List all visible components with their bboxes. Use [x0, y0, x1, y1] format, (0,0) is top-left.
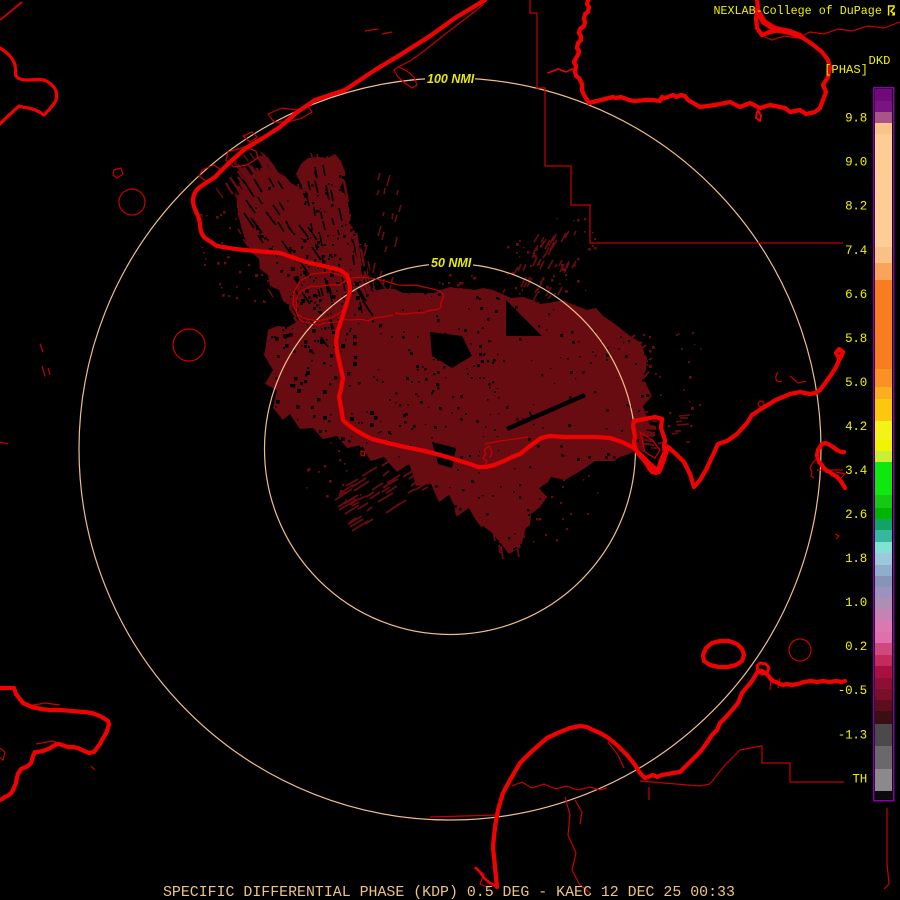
svg-text:2.6: 2.6 [845, 508, 867, 522]
svg-text:6.6: 6.6 [845, 288, 867, 302]
svg-text:TH: TH [852, 773, 867, 787]
svg-text:100 NMI: 100 NMI [427, 72, 475, 86]
svg-text:5.8: 5.8 [845, 332, 867, 346]
svg-text:9.8: 9.8 [845, 112, 867, 126]
svg-text:50 NMI: 50 NMI [431, 256, 472, 270]
svg-text:5.0: 5.0 [845, 376, 867, 390]
svg-text:-1.3: -1.3 [838, 728, 867, 742]
svg-text:1.8: 1.8 [845, 552, 867, 566]
svg-text:0.2: 0.2 [845, 640, 867, 654]
svg-text:4.2: 4.2 [845, 420, 867, 434]
svg-text:-0.5: -0.5 [838, 684, 867, 698]
svg-text:DKD: DKD [869, 54, 891, 68]
svg-text:7.4: 7.4 [845, 244, 867, 258]
svg-text:1.0: 1.0 [845, 596, 867, 610]
svg-text:9.0: 9.0 [845, 156, 867, 170]
svg-text:8.2: 8.2 [845, 200, 867, 214]
svg-text:[PHAS]: [PHAS] [824, 63, 868, 77]
svg-text:NEXLAB-College of DuPage: NEXLAB-College of DuPage [714, 4, 882, 18]
svg-text:SPECIFIC DIFFERENTIAL PHASE (K: SPECIFIC DIFFERENTIAL PHASE (KDP) 0.5 DE… [163, 885, 735, 900]
svg-text:3.4: 3.4 [845, 464, 867, 478]
